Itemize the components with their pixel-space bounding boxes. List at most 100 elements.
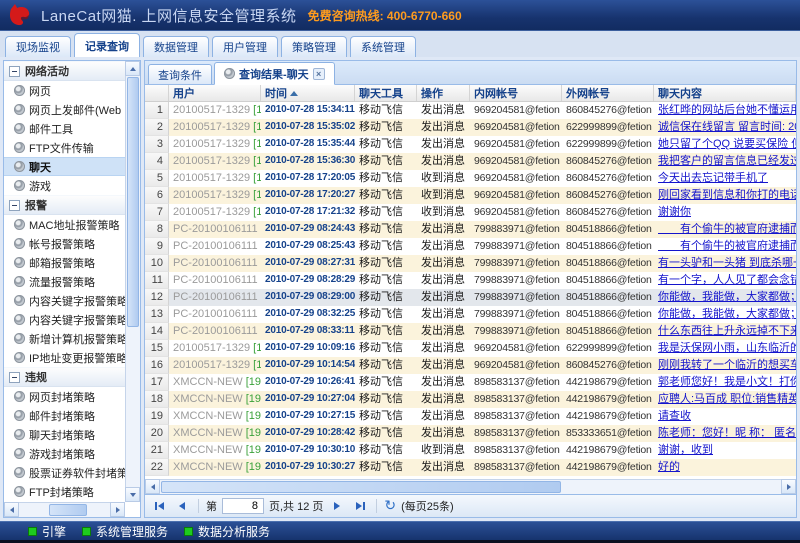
column-header-internal-account[interactable]: 内网帐号 bbox=[470, 85, 562, 101]
sidebar-item[interactable]: 帐号报警策略 bbox=[4, 234, 125, 253]
chat-content-link[interactable]: 请查收 bbox=[658, 410, 691, 422]
nav-tab-3[interactable]: 用户管理 bbox=[212, 36, 278, 57]
sidebar-vertical-scrollbar[interactable] bbox=[125, 61, 140, 502]
sidebar-item[interactable]: 邮箱报警策略 bbox=[4, 253, 125, 272]
chat-content-link[interactable]: 郭老师您好！我是小文！打你电话没有接，有 bbox=[658, 376, 796, 388]
table-row[interactable]: 1520100517-1329 [12010-07-29 10:09:16移动飞… bbox=[145, 340, 796, 357]
next-page-icon[interactable] bbox=[328, 498, 346, 515]
sidebar-item[interactable]: 流量报警策略 bbox=[4, 272, 125, 291]
collapse-minus-icon[interactable] bbox=[9, 372, 20, 383]
sidebar-item[interactable]: 网页 bbox=[4, 81, 125, 100]
scroll-right-icon[interactable] bbox=[781, 479, 796, 494]
sidebar-item[interactable]: 内容关键字报警策略.网 bbox=[4, 291, 125, 310]
table-row[interactable]: 320100517-1329 [12010-07-28 15:35:44移动飞信… bbox=[145, 136, 796, 153]
chat-content-link[interactable]: 陈老师：您好！昵 称： 匿名用户 类别： 未知 bbox=[658, 427, 796, 439]
table-row[interactable]: 19XMCCN-NEW [19:2010-07-29 10:27:15移动飞信发… bbox=[145, 408, 796, 425]
sidebar-item[interactable]: FTP封堵策略 bbox=[4, 482, 125, 501]
chat-content-link[interactable]: 今天出去忘记带手机了 bbox=[658, 172, 768, 184]
chat-content-link[interactable]: 有个偷牛的被官府逮捕而上了枷锁。熟人! bbox=[658, 223, 796, 235]
column-header-action[interactable]: 操作 bbox=[417, 85, 470, 101]
collapse-minus-icon[interactable] bbox=[9, 200, 20, 211]
scroll-left-icon[interactable] bbox=[4, 502, 19, 517]
table-row[interactable]: 1620100517-1329 [12010-07-29 10:14:54移动飞… bbox=[145, 357, 796, 374]
sidebar-item[interactable]: 聊天封堵策略 bbox=[4, 425, 125, 444]
nav-tab-2[interactable]: 数据管理 bbox=[143, 36, 209, 57]
sidebar-item[interactable]: 网页上发邮件(Web Mai bbox=[4, 100, 125, 119]
sidebar-group-2[interactable]: 违规 bbox=[4, 367, 125, 387]
sidebar-item[interactable]: IP地址变更报警策略 bbox=[4, 348, 125, 367]
nav-tab-4[interactable]: 策略管理 bbox=[281, 36, 347, 57]
chat-content-link[interactable]: 什么东西往上升永远掉不下来？ 年龄 bbox=[658, 325, 796, 337]
sidebar-hscroll-thumb[interactable] bbox=[49, 504, 87, 516]
tab-query-result-chat[interactable]: 查询结果-聊天 × bbox=[214, 62, 335, 85]
table-row[interactable]: 720100517-1329 [12010-07-28 17:21:32移动飞信… bbox=[145, 204, 796, 221]
scroll-right-icon[interactable] bbox=[110, 502, 125, 517]
grid-horizontal-scrollbar[interactable] bbox=[145, 479, 796, 494]
sidebar-item[interactable]: 股票证券软件封堵策略 bbox=[4, 463, 125, 482]
table-row[interactable]: 520100517-1329 [12010-07-28 17:20:05移动飞信… bbox=[145, 170, 796, 187]
chat-content-link[interactable]: 谢谢你 bbox=[658, 206, 691, 218]
last-page-icon[interactable] bbox=[351, 498, 369, 515]
scroll-down-icon[interactable] bbox=[125, 487, 140, 502]
table-row[interactable]: 620100517-1329 [12010-07-28 17:20:27移动飞信… bbox=[145, 187, 796, 204]
column-header-time[interactable]: 时间 bbox=[261, 85, 355, 101]
chat-content-link[interactable]: 我是沃保网小雨，山东临沂的 某先生1386497 bbox=[658, 342, 796, 354]
table-row[interactable]: 220100517-1329 [12010-07-28 15:35:02移动飞信… bbox=[145, 119, 796, 136]
chat-content-link[interactable]: 应聘人:马百成 职位:销售精英 年龄:24 性别(0男 bbox=[658, 393, 796, 405]
sidebar-item[interactable]: 聊天 bbox=[4, 157, 125, 176]
column-header-user[interactable]: 用户 bbox=[169, 85, 261, 101]
chat-content-link[interactable]: 好的 bbox=[658, 461, 680, 473]
sidebar-horizontal-scrollbar[interactable] bbox=[4, 502, 125, 517]
sidebar-item[interactable]: 邮件工具 bbox=[4, 119, 125, 138]
sidebar-item[interactable]: FTP文件传输 bbox=[4, 138, 125, 157]
table-row[interactable]: 8PC-201001061112010-07-29 08:24:43移动飞信发出… bbox=[145, 221, 796, 238]
sidebar-item[interactable]: 内容关键字报警策略.邮 bbox=[4, 310, 125, 329]
scroll-up-icon[interactable] bbox=[125, 61, 140, 76]
chat-content-link[interactable]: 有一个字，人人见了都会念错。这是什么字？ bbox=[658, 274, 796, 286]
scroll-left-icon[interactable] bbox=[145, 479, 160, 494]
sidebar-item[interactable]: 网页封堵策略 bbox=[4, 387, 125, 406]
table-row[interactable]: 17XMCCN-NEW [19:2010-07-29 10:26:41移动飞信发… bbox=[145, 374, 796, 391]
chat-content-link[interactable]: 有个偷牛的被官府逮捕而上了枷锁。熟人! bbox=[658, 240, 796, 252]
chat-content-link[interactable]: 诚信保在线留言 留言时间: 2010-7-28 10:50:0 bbox=[658, 121, 796, 133]
table-row[interactable]: 21XMCCN-NEW [19:2010-07-29 10:30:10移动飞信收… bbox=[145, 442, 796, 459]
nav-tab-0[interactable]: 现场监视 bbox=[5, 36, 71, 57]
chat-content-link[interactable]: 谢谢，收到 bbox=[658, 444, 713, 456]
sidebar-item[interactable]: 游戏封堵策略 bbox=[4, 444, 125, 463]
chat-content-link[interactable]: 她只留了个QQ 说要买保险 但是具体的您回去 bbox=[658, 138, 796, 150]
chat-content-link[interactable]: 刚刚我转了一个临沂的想买车险的客户给张红 bbox=[658, 359, 796, 371]
sidebar-group-1[interactable]: 报警 bbox=[4, 195, 125, 215]
column-header-chat-content[interactable]: 聊天内容 bbox=[654, 85, 796, 101]
table-row[interactable]: 11PC-201001061112010-07-29 08:28:29移动飞信发… bbox=[145, 272, 796, 289]
tab-query-conditions[interactable]: 查询条件 bbox=[148, 64, 212, 84]
chat-content-link[interactable]: 你能做，我能做，大家都做；一个人能做，两 bbox=[658, 291, 796, 303]
sidebar-item[interactable]: 游戏 bbox=[4, 176, 125, 195]
table-row[interactable]: 12PC-201001061112010-07-29 08:29:00移动飞信发… bbox=[145, 289, 796, 306]
table-row[interactable]: 18XMCCN-NEW [19:2010-07-29 10:27:04移动飞信发… bbox=[145, 391, 796, 408]
table-row[interactable]: 13PC-201001061112010-07-29 08:32:25移动飞信发… bbox=[145, 306, 796, 323]
nav-tab-1[interactable]: 记录查询 bbox=[74, 33, 140, 57]
nav-tab-5[interactable]: 系统管理 bbox=[350, 36, 416, 57]
table-row[interactable]: 120100517-1329 [12010-07-28 15:34:11移动飞信… bbox=[145, 102, 796, 119]
close-icon[interactable]: × bbox=[313, 68, 325, 80]
chat-content-link[interactable]: 刚回家看到信息和你打的电话 bbox=[658, 189, 796, 201]
chat-content-link[interactable]: 张红晔的网站后台她不懂运用 这个您有空记得 bbox=[658, 104, 796, 116]
prev-page-icon[interactable] bbox=[173, 498, 191, 515]
refresh-icon[interactable]: ↻ bbox=[384, 499, 396, 513]
chat-content-link[interactable]: 你能做，我能做，大家都做；一个人能做，两 bbox=[658, 308, 796, 320]
column-header-chat-tool[interactable]: 聊天工具 bbox=[355, 85, 417, 101]
collapse-minus-icon[interactable] bbox=[9, 66, 20, 77]
sidebar-item[interactable]: MAC地址报警策略 bbox=[4, 215, 125, 234]
table-row[interactable]: 14PC-201001061112010-07-29 08:33:11移动飞信发… bbox=[145, 323, 796, 340]
table-row[interactable]: 420100517-1329 [12010-07-28 15:36:30移动飞信… bbox=[145, 153, 796, 170]
chat-content-link[interactable]: 有一头驴和一头猪 到底杀哪一头？ 答案：杀猪 bbox=[658, 257, 796, 269]
table-row[interactable]: 20XMCCN-NEW [19:2010-07-29 10:28:42移动飞信发… bbox=[145, 425, 796, 442]
sidebar-group-0[interactable]: 网络活动 bbox=[4, 61, 125, 81]
first-page-icon[interactable] bbox=[150, 498, 168, 515]
table-row[interactable]: 10PC-201001061112010-07-29 08:27:31移动飞信发… bbox=[145, 255, 796, 272]
sidebar-vscroll-thumb[interactable] bbox=[127, 77, 139, 327]
chat-content-link[interactable]: 我把客户的留言信息已经发过去给她了 bbox=[658, 155, 796, 167]
sidebar-item[interactable]: 新增计算机报警策略 bbox=[4, 329, 125, 348]
sidebar-item[interactable]: 邮件封堵策略 bbox=[4, 406, 125, 425]
grid-hscroll-thumb[interactable] bbox=[161, 481, 561, 493]
